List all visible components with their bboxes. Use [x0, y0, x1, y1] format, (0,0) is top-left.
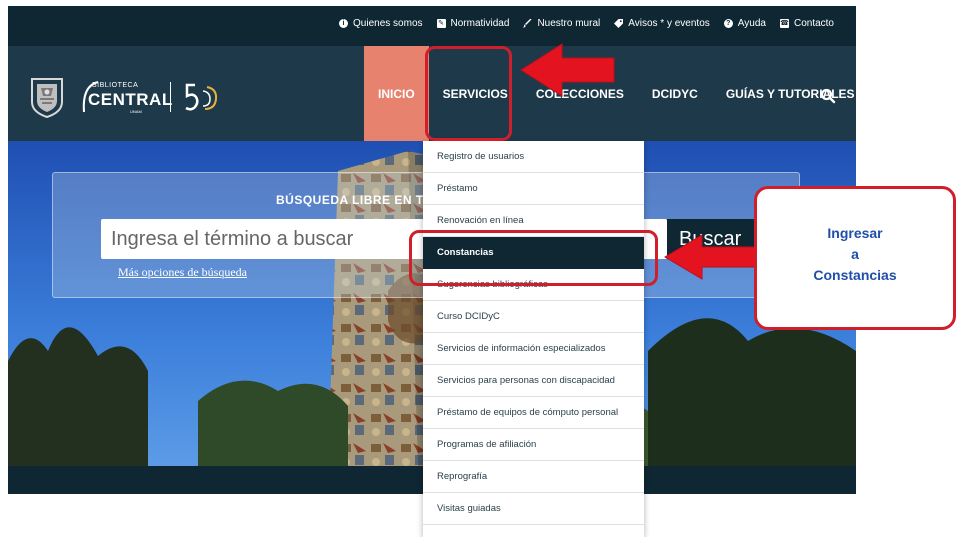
dropdown-item-curso-dcidyc[interactable]: Curso DCIDyC — [423, 301, 644, 333]
biblioteca-central-logo: BIBLIOTECA CENTRAL UNAM — [78, 78, 172, 116]
nav-inicio[interactable]: INICIO — [364, 46, 429, 141]
contact-icon: ☎ — [779, 19, 789, 28]
dropdown-item-servicios-informacion[interactable]: Servicios de información especializados — [423, 333, 644, 365]
nav-dcidyc[interactable]: DCIDYC — [638, 46, 712, 141]
link-label: Quienes somos — [353, 18, 423, 29]
top-utility-bar: i Quienes somos ✎ Normatividad Nuestro m… — [8, 6, 856, 46]
link-label: Ayuda — [737, 18, 766, 29]
callout-box: Ingresar a Constancias — [754, 186, 956, 330]
logo-big-text: CENTRAL — [88, 90, 173, 109]
logo-sub-text: UNAM — [130, 109, 142, 114]
edit-icon: ✎ — [436, 19, 446, 28]
dropdown-item-visitas-guiadas[interactable]: Visitas guiadas — [423, 493, 644, 525]
highlight-constancias-box — [409, 230, 658, 286]
logo-group[interactable]: BIBLIOTECA CENTRAL UNAM — [28, 76, 219, 118]
callout-text: Ingresar a Constancias — [757, 223, 953, 286]
callout-line: Ingresar — [827, 225, 883, 241]
dropdown-item-servicios-discapacidad[interactable]: Servicios para personas con discapacidad — [423, 365, 644, 397]
servicios-dropdown: Registro de usuarios Préstamo Renovación… — [423, 141, 644, 537]
anniversary-logo-icon — [185, 83, 218, 111]
link-quienes-somos[interactable]: i Quienes somos — [339, 18, 423, 29]
dropdown-item-prestamo[interactable]: Préstamo — [423, 173, 644, 205]
callout-line: Constancias — [813, 267, 897, 283]
brush-icon — [523, 18, 532, 28]
link-contacto[interactable]: ☎ Contacto — [779, 18, 834, 29]
search-icon[interactable] — [820, 88, 836, 104]
dropdown-item-reprografia[interactable]: Reprografía — [423, 461, 644, 493]
link-avisos-eventos[interactable]: Avisos * y eventos — [614, 18, 710, 29]
help-icon: ? — [723, 19, 733, 28]
logo-small-text: BIBLIOTECA — [92, 82, 139, 89]
utility-links: i Quienes somos ✎ Normatividad Nuestro m… — [339, 18, 834, 29]
unam-seal-icon — [31, 78, 63, 118]
dropdown-item-programas-afiliacion[interactable]: Programas de afiliación — [423, 429, 644, 461]
nav-colecciones[interactable]: COLECCIONES — [522, 46, 638, 141]
search-title: BÚSQUEDA LIBRE EN T — [276, 193, 424, 207]
link-normatividad[interactable]: ✎ Normatividad — [436, 18, 510, 29]
more-search-options-link[interactable]: Más opciones de búsqueda — [118, 265, 247, 280]
dropdown-item-prestamo-equipos[interactable]: Préstamo de equipos de cómputo personal — [423, 397, 644, 429]
callout-line: a — [851, 246, 859, 262]
tag-icon — [614, 19, 624, 28]
link-label: Normatividad — [450, 18, 510, 29]
info-icon: i — [339, 19, 349, 28]
highlight-servicios-box — [425, 46, 512, 141]
dropdown-item-registro-usuarios[interactable]: Registro de usuarios — [423, 141, 644, 173]
link-label: Nuestro mural — [537, 18, 601, 29]
link-label: Avisos * y eventos — [628, 18, 710, 29]
link-label: Contacto — [793, 18, 834, 29]
link-ayuda[interactable]: ? Ayuda — [723, 18, 766, 29]
link-nuestro-mural[interactable]: Nuestro mural — [523, 18, 600, 29]
